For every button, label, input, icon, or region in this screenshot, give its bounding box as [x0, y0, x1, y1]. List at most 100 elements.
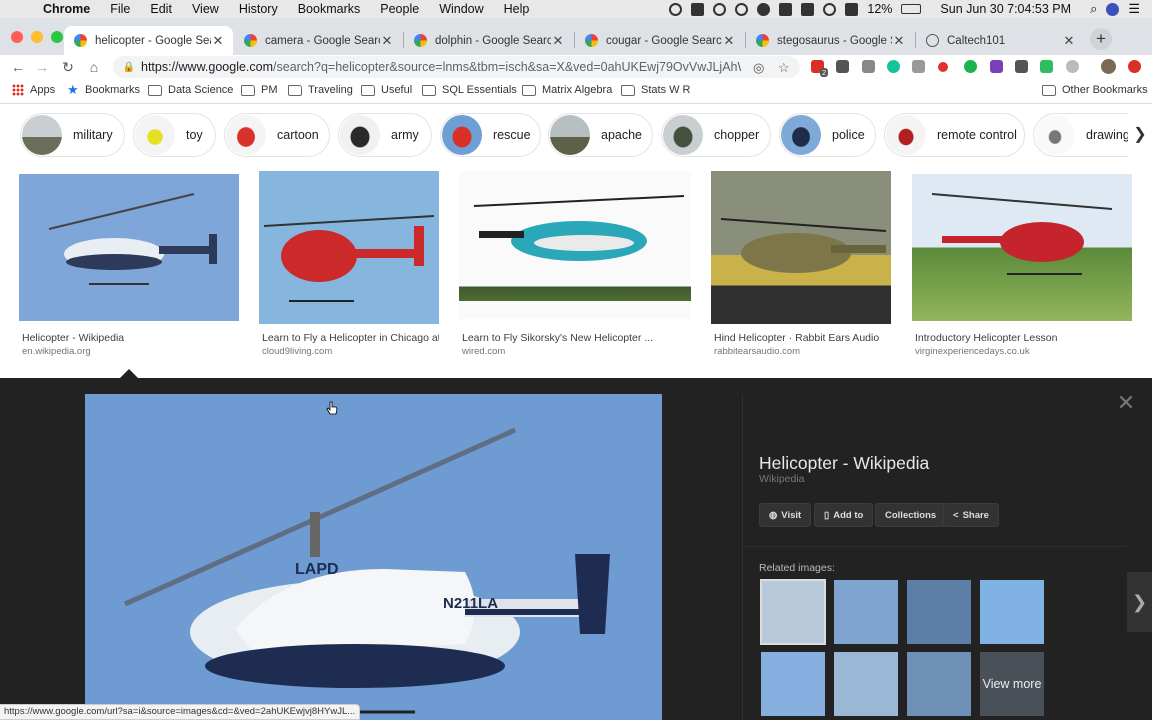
- tab-caltech101[interactable]: Caltech101 ✕: [916, 26, 1084, 55]
- profile-avatar-icon[interactable]: [1101, 59, 1116, 74]
- chip-remote-control[interactable]: remote control: [884, 113, 1025, 157]
- bookmark-bookmarks[interactable]: ★ Bookmarks: [67, 83, 140, 96]
- home-icon[interactable]: ⌂: [84, 57, 104, 77]
- tab-stegosaurus[interactable]: stegosaurus - Google Search ✕: [746, 26, 914, 55]
- chip-toy[interactable]: toy: [133, 113, 216, 157]
- chips-next-chevron-icon[interactable]: ❯: [1128, 113, 1152, 157]
- visit-button[interactable]: ◍ Visit: [759, 503, 812, 527]
- extension-evernote-icon[interactable]: [1040, 60, 1053, 73]
- result-thumbnail[interactable]: [711, 171, 891, 324]
- tab-close-icon[interactable]: ✕: [1062, 33, 1076, 49]
- tab-close-icon[interactable]: ✕: [551, 33, 565, 49]
- chip-cartoon[interactable]: cartoon: [224, 113, 330, 157]
- bookmark-folder-pm[interactable]: PM: [241, 84, 278, 96]
- close-preview-icon[interactable]: ✕: [1116, 392, 1136, 414]
- wifi-icon[interactable]: [823, 2, 837, 16]
- url-text[interactable]: https://www.google.com/search?q=helicopt…: [141, 60, 741, 74]
- tab-close-icon[interactable]: ✕: [722, 33, 736, 49]
- menu-window[interactable]: Window: [439, 2, 483, 16]
- related-image-thumbnail[interactable]: [907, 652, 971, 716]
- chip-police[interactable]: police: [779, 113, 876, 157]
- bookmark-folder-other[interactable]: Other Bookmarks: [1042, 84, 1148, 96]
- vpn-icon[interactable]: [735, 2, 749, 16]
- tab-dolphin[interactable]: dolphin - Google Search ✕: [404, 26, 573, 55]
- bookmark-folder-sql[interactable]: SQL Essentials: [422, 84, 517, 96]
- bookmark-folder-matrix-algebra[interactable]: Matrix Algebra: [522, 84, 612, 96]
- extension-grammarly-icon[interactable]: [887, 60, 900, 73]
- related-image-thumbnail[interactable]: [761, 652, 825, 716]
- share-button[interactable]: < Share: [943, 503, 999, 527]
- tab-camera[interactable]: camera - Google Search ✕: [234, 26, 402, 55]
- collections-button[interactable]: Collections: [875, 503, 947, 527]
- tab-close-icon[interactable]: ✕: [211, 33, 225, 49]
- bookmark-folder-data-science[interactable]: Data Science: [148, 84, 233, 96]
- extension-pocket-icon[interactable]: [938, 62, 948, 72]
- result-caption[interactable]: Helicopter - Wikipedia: [22, 332, 239, 344]
- location-icon[interactable]: ◎: [753, 60, 764, 76]
- result-card-4[interactable]: Hind Helicopter · Rabbit Ears Audio rabb…: [711, 164, 891, 364]
- bookmark-folder-traveling[interactable]: Traveling: [288, 84, 353, 96]
- menu-history[interactable]: History: [239, 2, 278, 16]
- result-card-2[interactable]: Learn to Fly a Helicopter in Chicago at.…: [259, 164, 439, 364]
- bookmark-folder-stats[interactable]: Stats W R: [621, 84, 691, 96]
- result-caption[interactable]: Learn to Fly a Helicopter in Chicago at.…: [262, 332, 439, 344]
- view-more-button[interactable]: View more: [980, 652, 1044, 716]
- sync-icon[interactable]: [713, 2, 727, 16]
- result-caption[interactable]: Learn to Fly Sikorsky's New Helicopter .…: [462, 332, 691, 344]
- next-image-chevron-icon[interactable]: ❯: [1127, 572, 1152, 632]
- result-thumbnail[interactable]: [459, 171, 691, 319]
- result-card-5[interactable]: Introductory Helicopter Lesson virginexp…: [912, 164, 1132, 364]
- tab-close-icon[interactable]: ✕: [380, 33, 394, 49]
- spotlight-search-icon[interactable]: ⌕: [1090, 1, 1097, 17]
- bookmark-apps[interactable]: Apps: [12, 84, 55, 96]
- result-card-1[interactable]: Helicopter - Wikipedia en.wikipedia.org: [19, 164, 239, 364]
- result-thumbnail[interactable]: [259, 171, 439, 324]
- menu-edit[interactable]: Edit: [150, 2, 172, 16]
- add-to-button[interactable]: ▯ Add to: [814, 503, 874, 527]
- zoom-window-button[interactable]: [51, 31, 63, 43]
- menu-view[interactable]: View: [192, 2, 219, 16]
- extension-w-icon[interactable]: [1015, 60, 1028, 73]
- notification-center-icon[interactable]: ☰: [1128, 1, 1140, 17]
- chip-military[interactable]: military: [20, 113, 125, 157]
- address-bar[interactable]: 🔒 https://www.google.com/search?q=helico…: [113, 56, 800, 78]
- chrome-menu-icon[interactable]: [1128, 60, 1141, 73]
- menu-help[interactable]: Help: [504, 2, 530, 16]
- chip-chopper[interactable]: chopper: [661, 113, 771, 157]
- related-image-thumbnail[interactable]: [907, 580, 971, 644]
- extension-o-icon[interactable]: [836, 60, 849, 73]
- extension-circle-icon[interactable]: [1066, 60, 1079, 73]
- sidebar-app-icon[interactable]: [691, 2, 705, 16]
- lock-icon[interactable]: 🔒: [119, 62, 139, 73]
- result-caption[interactable]: Hind Helicopter · Rabbit Ears Audio: [714, 332, 891, 344]
- chip-apache[interactable]: apache: [548, 113, 653, 157]
- tab-cougar[interactable]: cougar - Google Search ✕: [575, 26, 744, 55]
- bookmark-folder-useful[interactable]: Useful: [361, 84, 412, 96]
- reload-icon[interactable]: ↻: [58, 57, 78, 77]
- extension-puzzle-icon[interactable]: [912, 60, 925, 73]
- result-caption[interactable]: Introductory Helicopter Lesson: [915, 332, 1132, 344]
- minimize-window-button[interactable]: [31, 31, 43, 43]
- result-thumbnail[interactable]: [912, 174, 1132, 321]
- tab-helicopter[interactable]: helicopter - Google Search ✕: [64, 26, 233, 55]
- menu-people[interactable]: People: [380, 2, 419, 16]
- bookmark-star-icon[interactable]: ☆: [778, 60, 790, 76]
- extension-g-icon[interactable]: [964, 60, 977, 73]
- related-image-thumbnail[interactable]: [834, 652, 898, 716]
- close-window-button[interactable]: [11, 31, 23, 43]
- new-tab-button[interactable]: +: [1090, 28, 1112, 50]
- result-card-3[interactable]: Learn to Fly Sikorsky's New Helicopter .…: [459, 164, 691, 364]
- time-machine-icon[interactable]: [801, 2, 815, 16]
- result-thumbnail[interactable]: [19, 174, 239, 321]
- menu-clock[interactable]: Sun Jun 30 7:04:53 PM: [940, 2, 1071, 16]
- preview-title[interactable]: Helicopter - Wikipedia: [759, 453, 929, 474]
- back-arrow-icon[interactable]: ←: [8, 57, 28, 77]
- airplay-icon[interactable]: [779, 2, 793, 16]
- battery-icon[interactable]: [901, 4, 922, 14]
- related-image-thumbnail[interactable]: [760, 579, 826, 645]
- preview-image[interactable]: LAPD N211LA: [85, 394, 662, 720]
- tab-close-icon[interactable]: ✕: [892, 33, 906, 49]
- user-avatar-icon[interactable]: [1106, 2, 1120, 16]
- volume-icon[interactable]: [845, 2, 859, 16]
- extension-chat-icon[interactable]: [862, 60, 875, 73]
